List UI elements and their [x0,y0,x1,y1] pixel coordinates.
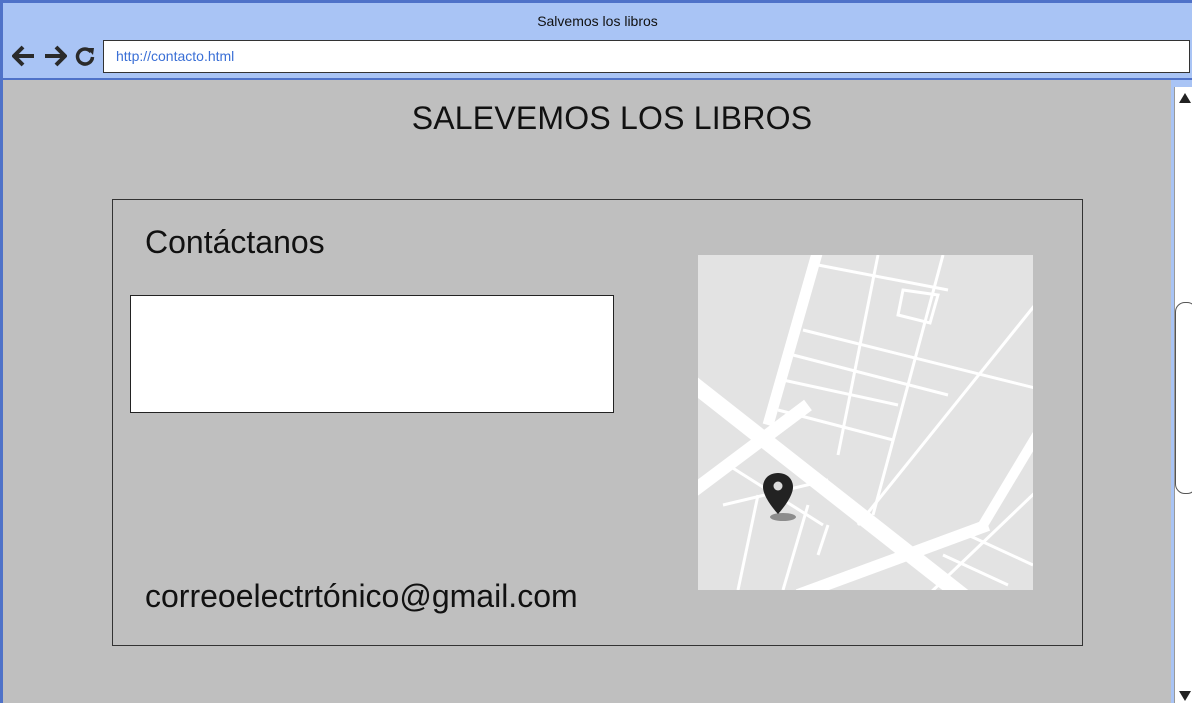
contact-heading: Contáctanos [145,224,325,260]
reload-icon [75,47,95,66]
page-title: SALEVEMOS LOS LIBROS [411,100,813,136]
scroll-up-button[interactable] [1175,89,1192,107]
location-pin-icon [763,473,796,521]
contact-panel: Contáctanos correoelectrtónico@gmail.com [112,199,1083,646]
location-map[interactable] [698,255,1033,590]
browser-window: Salvemos los libros http://contacto.html… [0,0,1192,703]
browser-toolbar: http://contacto.html [3,37,1192,77]
map-image [698,255,1033,590]
triangle-down-icon [1179,691,1191,701]
arrow-right-icon [45,45,67,67]
back-button[interactable] [11,43,37,69]
window-title: Salvemos los libros [537,13,658,29]
reload-button[interactable] [72,43,98,69]
page-viewport: SALEVEMOS LOS LIBROS Contáctanos correoe… [3,80,1171,703]
scroll-down-button[interactable] [1175,687,1192,703]
contact-email: correoelectrtónico@gmail.com [145,578,578,614]
address-bar[interactable]: http://contacto.html [103,40,1190,73]
forward-button[interactable] [42,43,68,69]
scroll-thumb[interactable] [1175,302,1192,494]
message-field[interactable] [130,295,614,413]
triangle-up-icon [1179,93,1191,103]
arrow-left-icon [12,45,34,67]
vertical-scrollbar[interactable] [1174,87,1192,703]
